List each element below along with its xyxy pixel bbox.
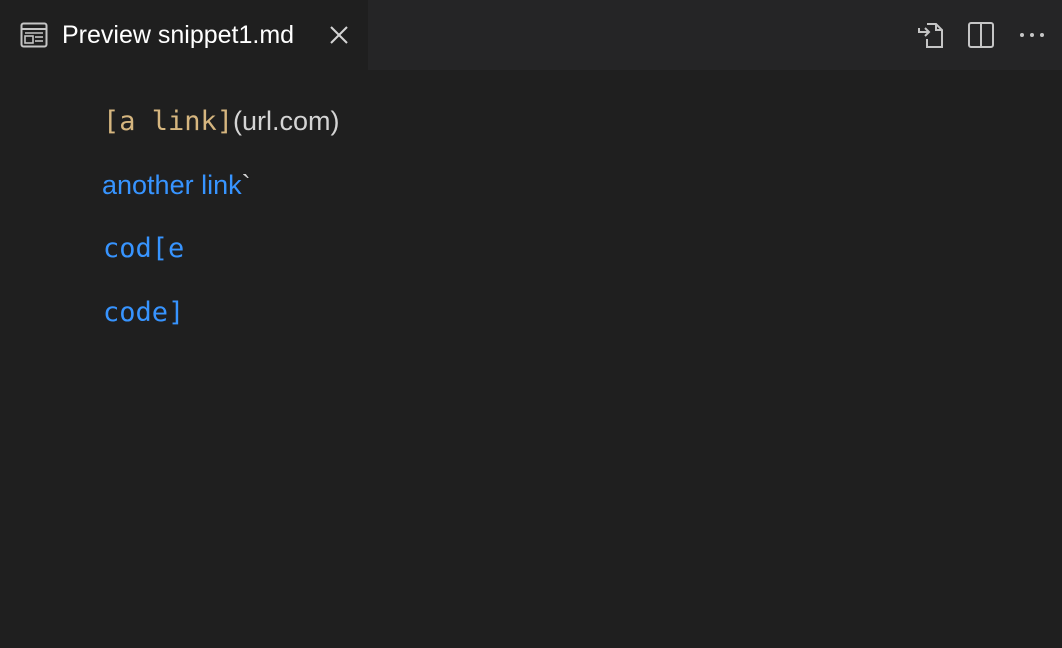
close-icon[interactable] (329, 25, 349, 45)
inline-code-link[interactable]: code] (103, 297, 184, 328)
preview-icon (20, 22, 48, 48)
inline-code: [a link] (103, 106, 234, 137)
tab-preview-snippet1[interactable]: Preview snippet1.md (0, 0, 368, 70)
open-source-icon[interactable] (915, 19, 947, 51)
preview-line-3: cod[e (103, 231, 184, 271)
plain-text: (url.com) (233, 106, 340, 136)
preview-content: [a link](url.com) another link` cod[e co… (0, 70, 1062, 648)
preview-line-2: another link` (102, 167, 251, 208)
tab-title: Preview snippet1.md (62, 21, 295, 49)
preview-line-4: code] (103, 295, 184, 335)
plain-text: ` (241, 170, 251, 200)
link-another-link[interactable]: another link (102, 170, 242, 200)
split-editor-icon[interactable] (965, 19, 997, 51)
markdown-preview-window: Preview snippet1.md [a link](url.com) an… (0, 0, 1062, 648)
more-actions-icon[interactable] (1016, 19, 1048, 51)
tab-bar: Preview snippet1.md (0, 0, 1062, 70)
preview-line-1: [a link](url.com) (103, 103, 340, 144)
inline-code-link[interactable]: cod[e (103, 233, 184, 264)
